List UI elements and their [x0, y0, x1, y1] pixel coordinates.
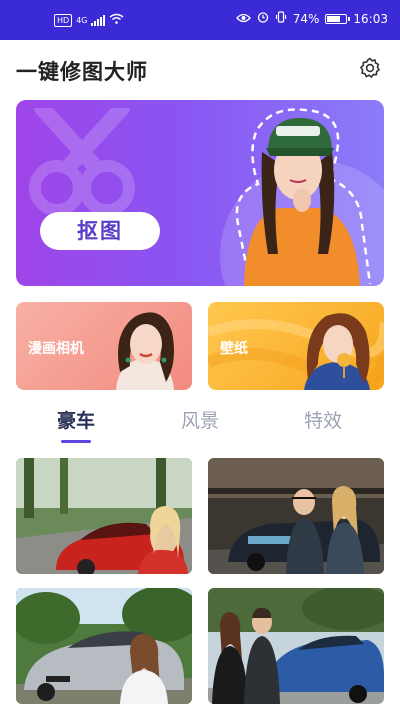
hero-model-image: [235, 108, 372, 286]
black-mustang-photo: [208, 458, 384, 574]
settings-button[interactable]: [358, 56, 382, 80]
cutout-banner[interactable]: 抠图: [16, 100, 384, 286]
active-tab-indicator: [61, 440, 91, 443]
alarm-icon: [257, 11, 269, 26]
battery-percent: 74%: [292, 11, 320, 26]
wallpaper-model-image: [304, 313, 370, 390]
battery-fill: [327, 15, 341, 22]
silver-amg-photo: [16, 588, 192, 704]
clock: 16:03: [353, 11, 388, 26]
tab-scenery[interactable]: 风景: [160, 406, 240, 433]
battery-icon: [325, 13, 351, 24]
photo-tile-3[interactable]: [16, 588, 192, 704]
eye-icon: [235, 12, 251, 26]
wallpaper-card[interactable]: 壁纸: [208, 302, 384, 390]
status-bar: HD 4G 74% 16:03: [0, 0, 400, 40]
tab-luxury-cars[interactable]: 豪车: [36, 406, 116, 433]
wallpaper-label: 壁纸: [220, 341, 248, 357]
comic-model-image: [116, 312, 174, 390]
red-car-photo: [16, 458, 192, 574]
wifi-icon: [109, 13, 124, 27]
status-left: HD 4G: [54, 13, 124, 27]
category-tabs: 豪车 风景 特效: [0, 398, 400, 450]
vibrate-icon: [275, 11, 287, 26]
app-header: 一键修图大师: [0, 40, 400, 98]
hd-badge: HD: [54, 13, 73, 27]
comic-camera-label: 漫画相机: [28, 341, 84, 357]
cutout-button[interactable]: 抠图: [40, 212, 160, 250]
network-type: 4G: [76, 15, 88, 25]
photo-tile-1[interactable]: [16, 458, 192, 574]
signal-icon: [91, 14, 106, 26]
photo-tile-4[interactable]: [208, 588, 384, 704]
scissors-icon: [29, 108, 135, 216]
comic-camera-card[interactable]: 漫画相机: [16, 302, 192, 390]
tab-effects[interactable]: 特效: [283, 406, 363, 433]
gear-icon: [360, 57, 380, 78]
blue-convertible-photo: [208, 588, 384, 704]
app-title: 一键修图大师: [16, 60, 148, 84]
status-right: 74% 16:03: [235, 11, 388, 26]
photo-tile-2[interactable]: [208, 458, 384, 574]
